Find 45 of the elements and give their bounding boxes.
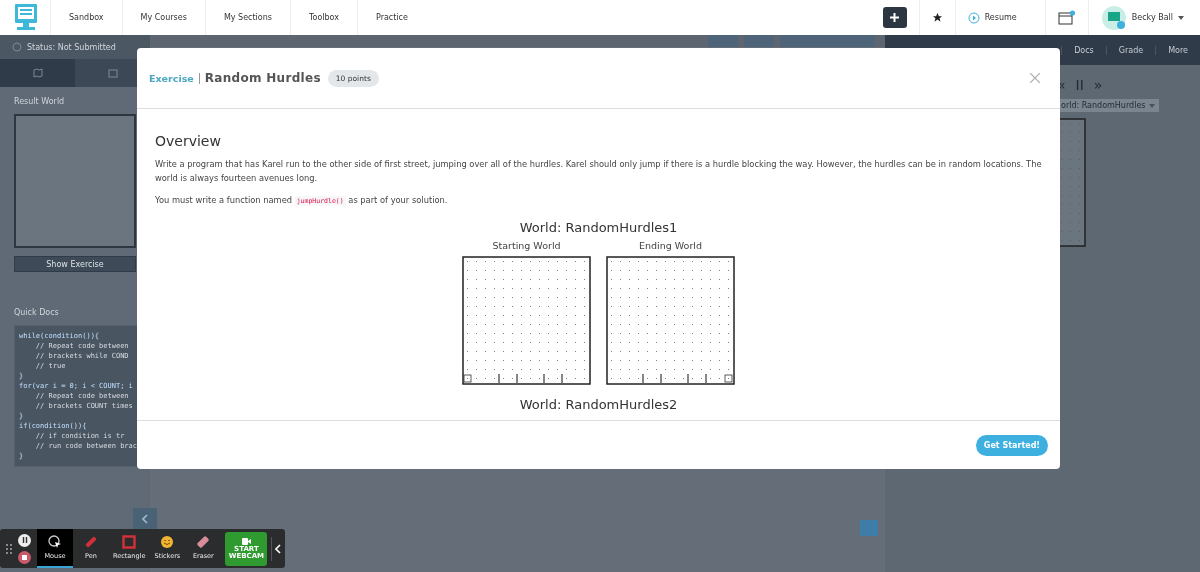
cursor-icon (48, 535, 62, 549)
panel-tab[interactable]: More (1155, 45, 1200, 55)
status-text: Status: Not Submitted (27, 42, 116, 52)
map-icon (32, 68, 43, 78)
panel-tab[interactable]: Docs (1061, 45, 1106, 55)
rectangle-icon (122, 535, 137, 549)
chevron-left-icon (275, 543, 282, 554)
stop-icon (22, 554, 27, 560)
play-circle-icon (967, 11, 980, 24)
eraser-icon (196, 535, 211, 549)
karel-icon (463, 374, 472, 383)
camera-icon (241, 537, 251, 545)
caret-icon (1149, 103, 1156, 108)
pause-icon (21, 537, 28, 543)
star-icon[interactable] (931, 12, 943, 23)
show-exercise-button[interactable]: Show Exercise (14, 256, 136, 272)
close-icon (1030, 73, 1040, 83)
window-notification-icon[interactable] (1057, 9, 1076, 26)
exercise-label: Exercise (149, 72, 200, 84)
overview-heading: Overview (155, 133, 222, 149)
drag-handle-icon[interactable] (6, 543, 12, 554)
pause-button[interactable] (18, 533, 31, 547)
world-label: Starting World (492, 240, 561, 251)
plus-icon (890, 13, 900, 22)
collapse-panel-button[interactable] (133, 508, 157, 530)
window-icon (107, 68, 118, 78)
world-title: World: RandomHurdles1 (519, 220, 678, 235)
add-button[interactable] (882, 7, 907, 28)
overview-paragraph: Write a program that has Karel run to the other side of first street, jumping over all of the hurdles. Karel should only jump if there is a hurdle blocking the way. However, the hurdles can be in random locations. The world is always fourteen avenues long. (155, 158, 1042, 185)
avatar-icon[interactable] (1100, 4, 1127, 31)
world-select[interactable]: orld: RandomHurdles (1057, 99, 1160, 112)
user-name[interactable]: Becky Ball (1131, 13, 1173, 22)
section-title: Quick Docs (14, 308, 60, 317)
clock-icon (12, 42, 22, 52)
world-title: World: RandomHurdles2 (519, 397, 678, 412)
karel-icon (724, 374, 733, 383)
smiley-icon (160, 535, 175, 549)
world-label: Ending World (639, 240, 702, 251)
resume-link[interactable]: Resume (984, 13, 1017, 22)
section-title: Result World (14, 97, 66, 106)
chevron-left-icon (142, 514, 148, 524)
panel-tab[interactable]: Grade (1105, 45, 1156, 55)
dialog-title: Random Hurdles (204, 71, 321, 85)
stop-button[interactable] (18, 550, 31, 564)
caret-icon[interactable] (1178, 15, 1184, 20)
